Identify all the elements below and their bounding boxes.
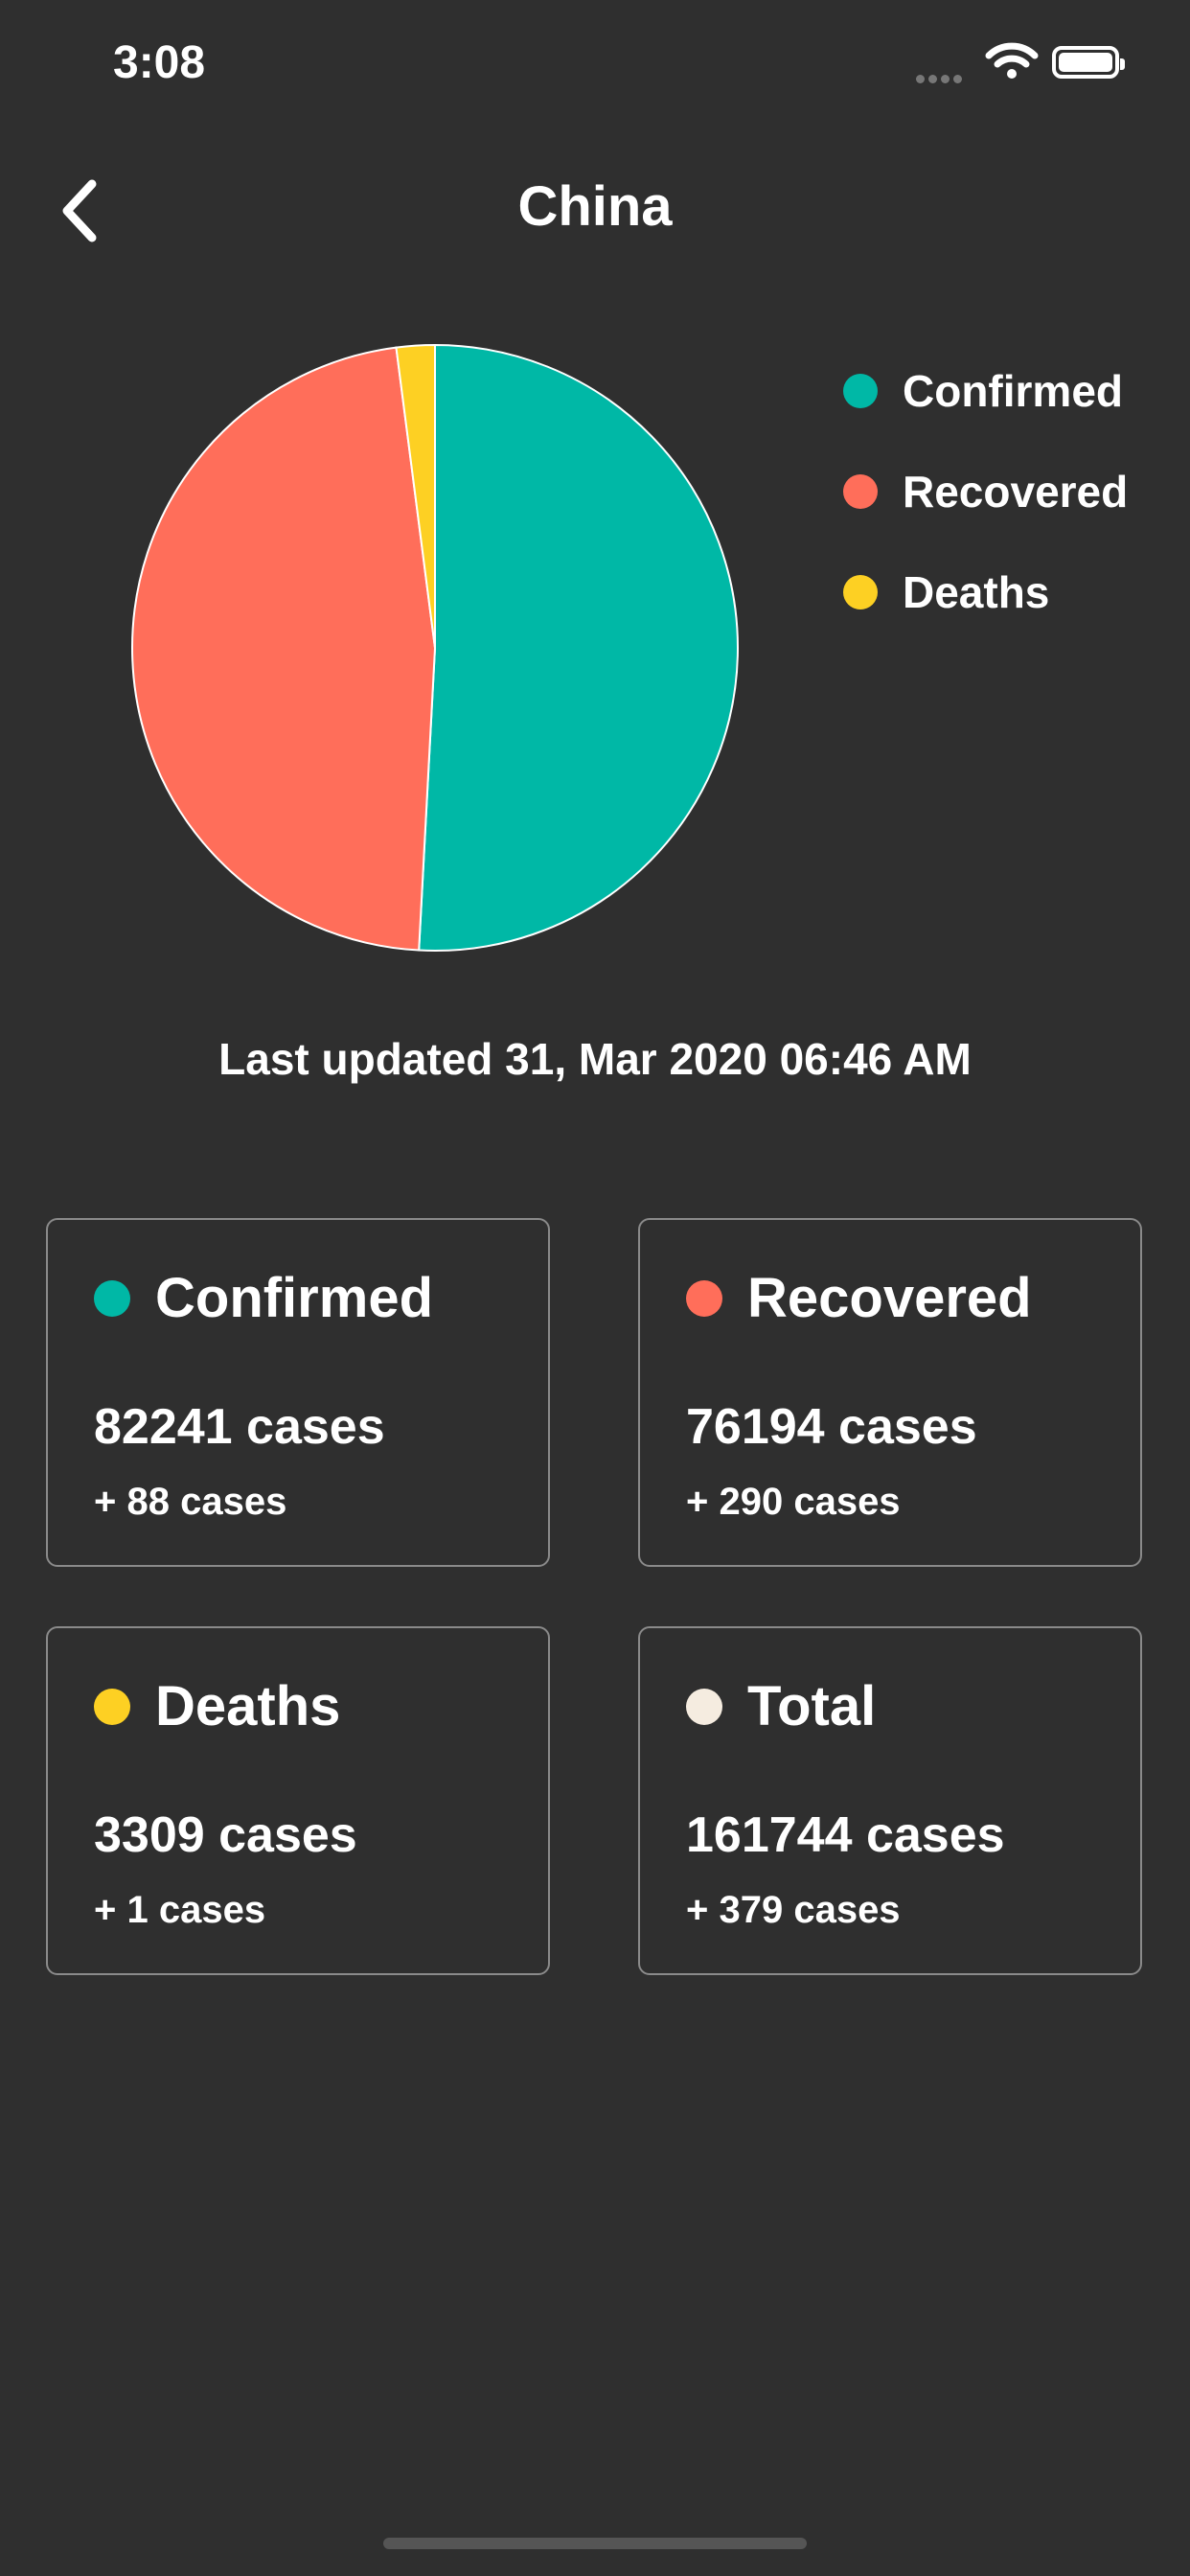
card-delta: + 88 cases — [94, 1481, 287, 1523]
card-title: Confirmed — [155, 1267, 433, 1329]
legend-dot-confirmed — [843, 374, 878, 408]
chart-legend: Confirmed Recovered Deaths — [843, 366, 1128, 668]
deaths-card[interactable]: Deaths 3309 cases + 1 cases — [46, 1626, 550, 1975]
card-delta: + 1 cases — [94, 1889, 266, 1931]
wifi-icon — [985, 42, 1039, 79]
legend-item-confirmed[interactable]: Confirmed — [843, 366, 1128, 416]
legend-dot-recovered — [843, 474, 878, 509]
card-cases: 76194 cases — [686, 1399, 977, 1455]
legend-item-recovered[interactable]: Recovered — [843, 467, 1128, 517]
legend-label: Deaths — [903, 567, 1050, 617]
total-card[interactable]: Total 161744 cases + 379 cases — [638, 1626, 1142, 1975]
confirmed-card[interactable]: Confirmed 82241 cases + 88 cases — [46, 1218, 550, 1567]
recovered-dot — [686, 1279, 722, 1317]
card-title: Recovered — [747, 1267, 1032, 1329]
legend-dot-deaths — [843, 575, 878, 610]
pie-slice-confirmed[interactable] — [418, 343, 740, 952]
page-title: China — [517, 175, 673, 238]
card-cases: 161744 cases — [686, 1807, 1005, 1863]
card-title: Total — [747, 1675, 877, 1737]
legend-label: Confirmed — [903, 366, 1123, 416]
last-updated-text: Last updated 31, Mar 2020 06:46 AM — [218, 1034, 972, 1084]
home-indicator[interactable] — [383, 2538, 807, 2549]
battery-icon — [1052, 46, 1125, 79]
total-dot — [686, 1688, 722, 1725]
pie-slice-recovered[interactable] — [131, 346, 437, 952]
pie-chart — [131, 343, 740, 952]
card-cases: 82241 cases — [94, 1399, 385, 1455]
legend-item-deaths[interactable]: Deaths — [843, 567, 1128, 617]
card-title: Deaths — [155, 1675, 341, 1737]
legend-label: Recovered — [903, 467, 1129, 517]
card-cases: 3309 cases — [94, 1807, 357, 1863]
recovered-card[interactable]: Recovered 76194 cases + 290 cases — [638, 1218, 1142, 1567]
status-time: 3:08 — [113, 37, 206, 88]
cellular-signal-icon — [916, 71, 966, 88]
confirmed-dot — [94, 1279, 130, 1317]
card-delta: + 290 cases — [686, 1481, 901, 1523]
card-delta: + 379 cases — [686, 1889, 901, 1931]
deaths-dot — [94, 1688, 130, 1725]
